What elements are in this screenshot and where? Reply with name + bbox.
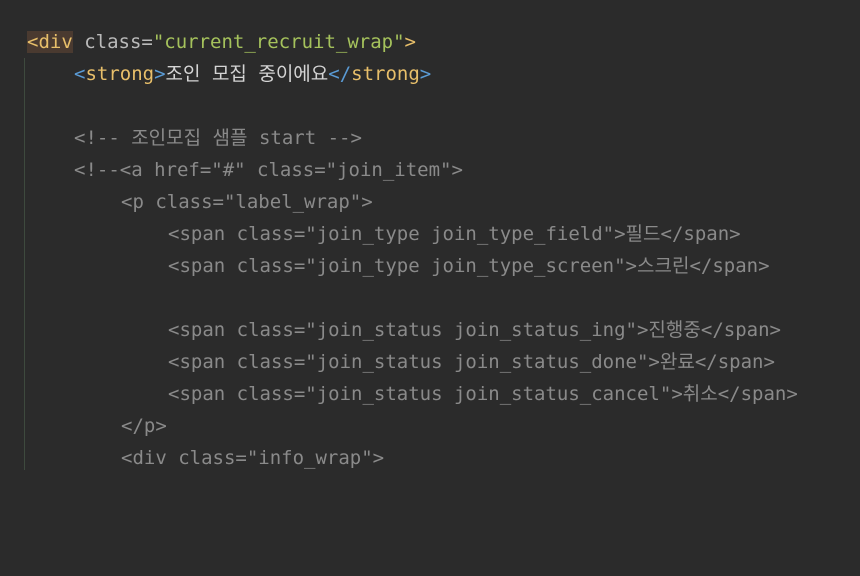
tag-open-bracket: < <box>74 63 86 85</box>
code-line-9[interactable]: <span class="join_status join_status_don… <box>168 346 775 378</box>
code-line-6[interactable]: <span class="join_type join_type_field">… <box>168 218 741 250</box>
code-line-11[interactable]: </p> <box>121 410 167 442</box>
indent-guide <box>24 58 25 470</box>
text-content: 조인 모집 중이에요 <box>165 63 329 85</box>
tag-match-highlight: <div <box>27 31 73 53</box>
end-tag-close-bracket: > <box>419 63 432 85</box>
tag-name: div <box>38 31 73 53</box>
code-line-1[interactable]: <div class="current_recruit_wrap"> <box>27 26 416 58</box>
code-line-4[interactable]: <!--<a href="#" class="join_item"> <box>74 154 463 186</box>
code-line-5[interactable]: <p class="label_wrap"> <box>121 186 373 218</box>
code-line-2[interactable]: <strong>조인 모집 중이에요</strong> <box>74 58 431 90</box>
code-line-3[interactable]: <!-- 조인모집 샘플 start --> <box>74 122 362 154</box>
attribute-name: class= <box>72 31 153 53</box>
code-editor[interactable]: <div class="current_recruit_wrap"> <stro… <box>0 0 860 576</box>
tag-open-bracket: < <box>27 31 39 53</box>
code-line-12[interactable]: <div class="info_wrap"> <box>121 442 384 474</box>
code-line-8[interactable]: <span class="join_status join_status_ing… <box>168 314 781 346</box>
tag-name: strong <box>85 63 155 85</box>
attribute-value: "current_recruit_wrap" <box>152 31 405 53</box>
end-tag-name: strong <box>351 63 420 85</box>
code-line-10[interactable]: <span class="join_status join_status_can… <box>168 378 798 410</box>
code-line-7[interactable]: <span class="join_type join_type_screen"… <box>168 250 770 282</box>
tag-close-bracket: > <box>154 63 166 85</box>
end-tag-open-bracket: </ <box>328 63 352 85</box>
tag-close-bracket: > <box>404 31 416 53</box>
